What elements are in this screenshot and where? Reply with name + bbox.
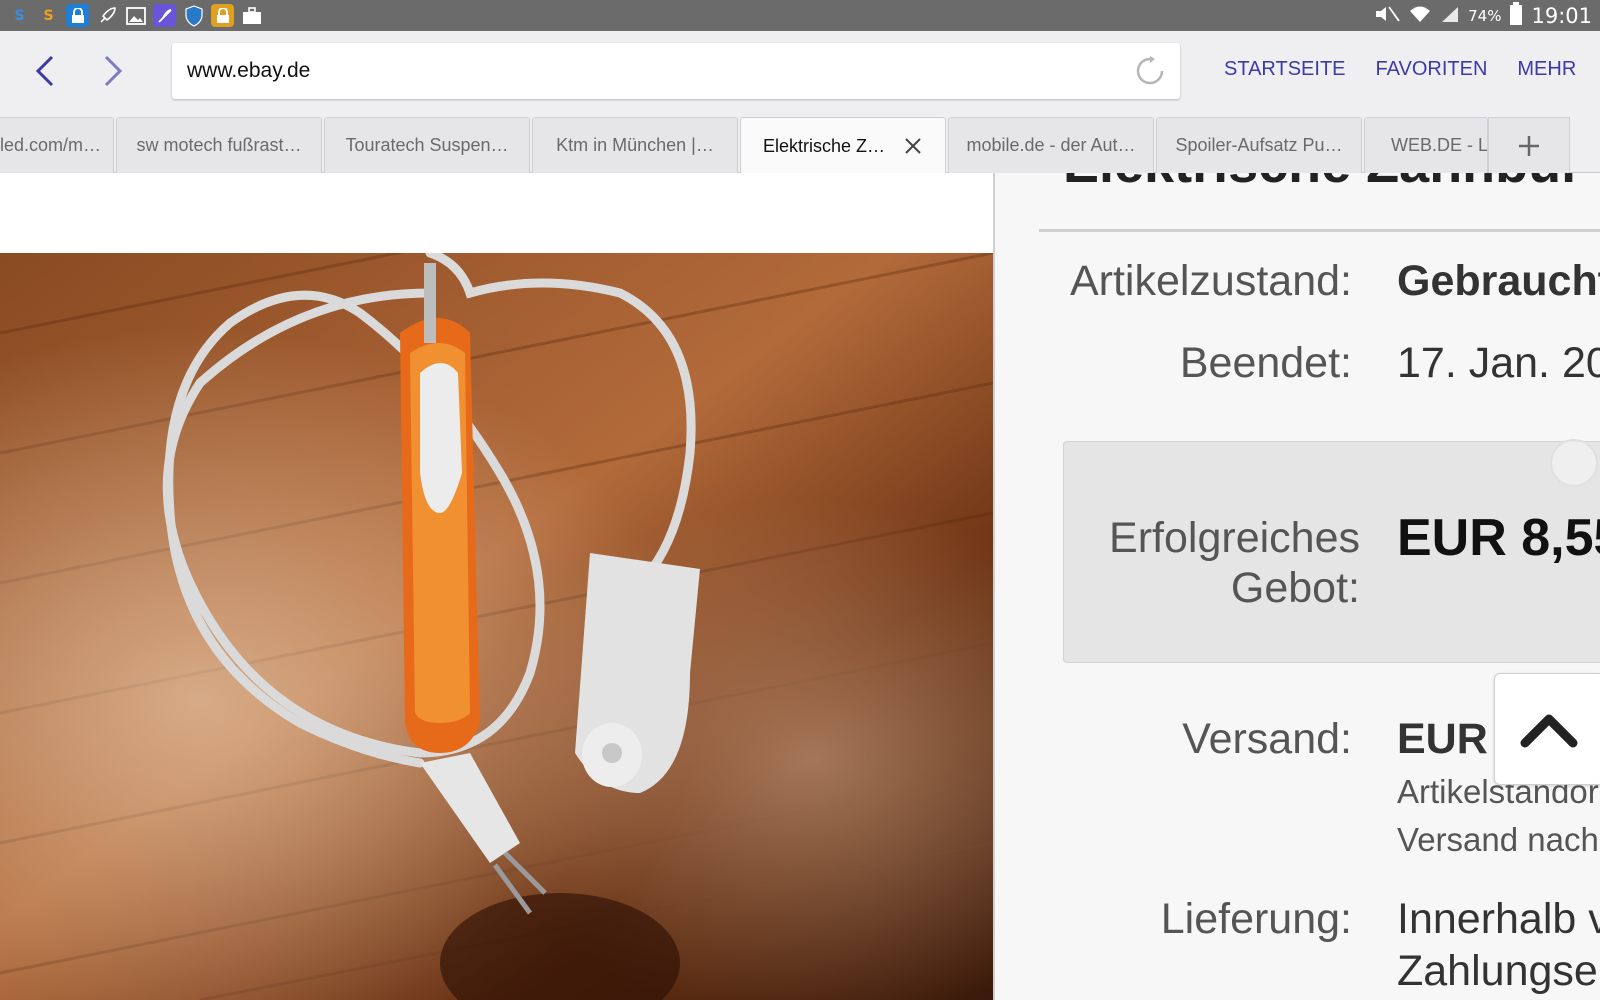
shield-icon	[182, 4, 205, 27]
ended-label: Beendet:	[1179, 339, 1352, 387]
reload-icon[interactable]	[1135, 56, 1165, 86]
tab-4-active[interactable]: Elektrische Z…	[740, 117, 946, 174]
tab-label: Elektrische Z…	[762, 135, 886, 156]
forward-button[interactable]	[90, 48, 136, 94]
lock-app-icon	[66, 4, 89, 27]
tab-label: sw motech fußrast…	[136, 135, 302, 155]
tab-label: Ktm in München |…	[556, 135, 714, 155]
ended-value: 17. Jan. 20	[1397, 339, 1600, 387]
tab-1[interactable]: sw motech fußrast…	[116, 117, 322, 173]
tab-6[interactable]: Spoiler-Aufsatz Pu…	[1156, 117, 1362, 173]
condition-value: Gebraucht	[1397, 257, 1600, 305]
tab-label: mobile.de - der Aut…	[966, 135, 1136, 155]
condition-label: Artikelzustand:	[1069, 257, 1352, 305]
battery-icon	[1509, 1, 1523, 30]
mute-icon	[1374, 5, 1400, 27]
image-pane	[0, 173, 993, 1000]
lock-icon	[211, 4, 234, 27]
feather-icon	[153, 4, 176, 27]
tab-2[interactable]: Touratech Suspen…	[324, 117, 530, 173]
tab-label: led.com/m…	[0, 135, 101, 155]
rocket-icon	[95, 4, 118, 27]
address-bar[interactable]: www.ebay.de	[172, 43, 1180, 99]
battery-percent: 74%	[1468, 6, 1502, 25]
close-tab-icon[interactable]	[903, 136, 923, 156]
s-app-icon-orange: S	[43, 7, 54, 24]
signal-icon	[1440, 5, 1460, 27]
listing-details: Elektrische Zahnbür Artikelzustand: Gebr…	[995, 173, 1600, 1000]
bid-label-line2: Gebot:	[1230, 564, 1360, 612]
tab-3[interactable]: Ktm in München |…	[532, 117, 738, 173]
chevron-right-icon	[104, 55, 123, 87]
tab-strip: led.com/m… sw motech fußrast… Touratech …	[0, 111, 1600, 174]
back-button[interactable]	[22, 48, 68, 94]
url-text[interactable]: www.ebay.de	[187, 59, 1135, 83]
toothbrush-photo-image	[0, 253, 993, 1000]
product-photo[interactable]	[0, 253, 993, 1000]
listing-title: Elektrische Zahnbür	[1063, 173, 1582, 195]
chevron-up-icon	[1520, 714, 1578, 748]
delivery-value-line2: Zahlungse	[1397, 947, 1598, 995]
tab-label: Spoiler-Aufsatz Pu…	[1175, 135, 1343, 155]
clock: 19:01	[1531, 3, 1592, 28]
startseite-link[interactable]: STARTSEITE	[1224, 58, 1346, 81]
browser-menu-links: STARTSEITE FAVORITEN MEHR	[1224, 58, 1576, 81]
tab-label: Touratech Suspen…	[345, 135, 509, 155]
web-content: Elektrische Zahnbür Artikelzustand: Gebr…	[0, 173, 1600, 1000]
winning-bid-value: EUR 8,55	[1397, 509, 1600, 567]
overlay-circle-button[interactable]	[1550, 439, 1598, 487]
tab-0[interactable]: led.com/m…	[0, 117, 114, 173]
s-app-icon: S	[14, 7, 25, 24]
image-icon	[124, 4, 147, 27]
wifi-icon	[1408, 4, 1432, 28]
tab-5[interactable]: mobile.de - der Aut…	[948, 117, 1154, 173]
briefcase-icon	[240, 4, 263, 27]
title-divider	[1039, 229, 1600, 232]
notification-icons: S S	[8, 4, 263, 27]
system-status-bar: S S 74% 19:01	[0, 0, 1600, 31]
favoriten-link[interactable]: FAVORITEN	[1376, 58, 1488, 81]
browser-toolbar: www.ebay.de STARTSEITE FAVORITEN MEHR	[0, 31, 1600, 111]
chevron-left-icon	[35, 55, 54, 87]
new-tab-button[interactable]	[1488, 117, 1570, 173]
winning-bid-label: Erfolgreiches Gebot:	[1109, 513, 1360, 613]
delivery-value-line1: Innerhalb v	[1397, 895, 1600, 943]
shipping-label: Versand:	[1182, 715, 1352, 763]
tab-7[interactable]: WEB.DE - Lo	[1364, 117, 1488, 173]
ships-to: Versand nach	[1397, 821, 1599, 858]
plus-icon	[1519, 135, 1539, 156]
system-indicators: 74% 19:01	[1374, 1, 1592, 30]
bid-label-line1: Erfolgreiches	[1109, 514, 1360, 562]
scroll-to-top-button[interactable]	[1494, 673, 1600, 785]
delivery-label: Lieferung:	[1160, 895, 1352, 943]
mehr-link[interactable]: MEHR	[1517, 58, 1576, 81]
tab-label: WEB.DE - Lo	[1391, 135, 1488, 155]
